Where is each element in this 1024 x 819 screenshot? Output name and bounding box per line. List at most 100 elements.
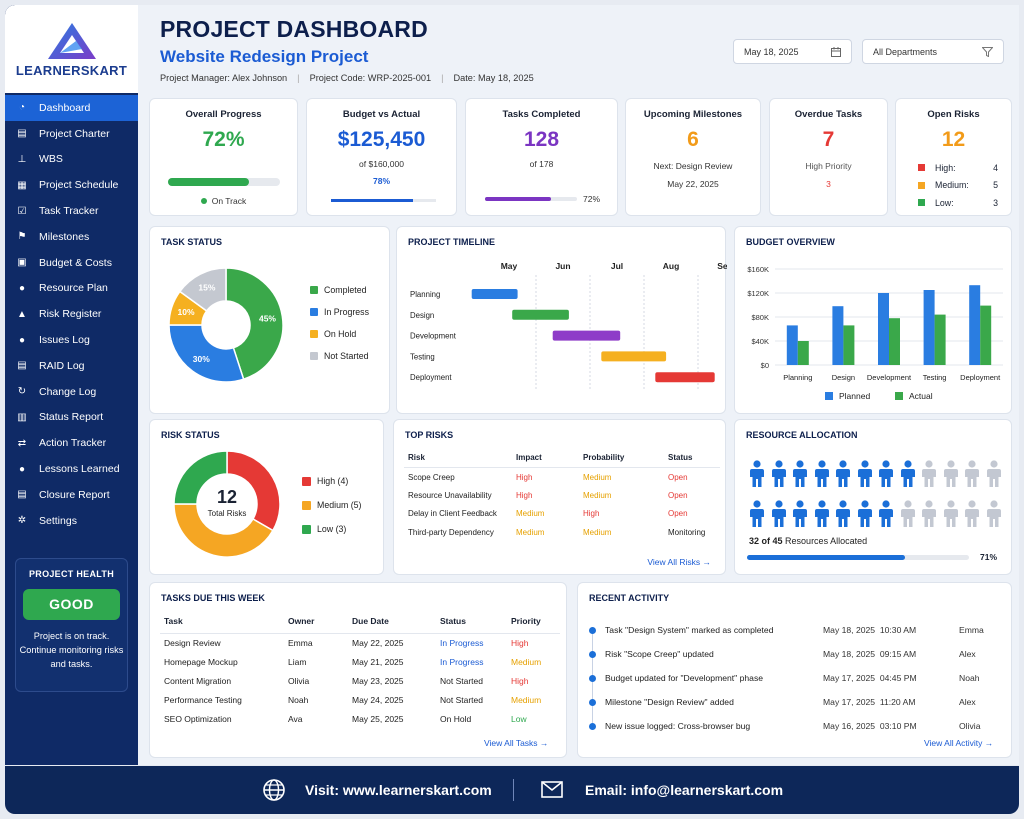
project-timeline-panel: PROJECT TIMELINE MayJunJulAugSepPlanning…: [396, 226, 727, 414]
department-filter[interactable]: All Departments: [862, 39, 1004, 64]
timeline-month-label: May: [501, 261, 518, 271]
timeline-bar: [552, 330, 621, 341]
sidebar-item-wbs[interactable]: ⊥ WBS: [5, 147, 138, 173]
table-row[interactable]: Homepage Mockup Liam May 21, 2025 In Progre…: [160, 652, 560, 671]
view-all-risks-link[interactable]: View All Risks →: [647, 557, 711, 567]
sidebar-item-settings[interactable]: ✲ Settings: [5, 508, 138, 534]
sidebar-item-task-tracker[interactable]: ☑ Task Tracker: [5, 198, 138, 224]
kpi-open-risks: Open Risks 12 High: 4 Medium: 5 Low: 3: [895, 98, 1012, 216]
footer-website[interactable]: Visit: www.learnerskart.com: [305, 782, 492, 798]
bar-planned: [832, 306, 844, 365]
person-icon: [836, 460, 850, 487]
calendar-icon: ▦: [17, 179, 27, 191]
timeline-month-label: Jun: [555, 261, 570, 271]
sidebar-item-raid-log[interactable]: ▤ RAID Log: [5, 353, 138, 379]
kpi-upcoming-milestones: Upcoming Milestones 6 Next: Design Revie…: [625, 98, 761, 216]
brand-logo[interactable]: LEARNERSKART: [5, 5, 138, 93]
table-cell: Medium: [583, 472, 612, 482]
activity-text: Milestone "Design Review" added: [605, 697, 734, 707]
sidebar-item-change-log[interactable]: ↻ Change Log: [5, 379, 138, 405]
sidebar-item-action-tracker[interactable]: ⇄ Action Tracker: [5, 430, 138, 456]
page-title: PROJECT DASHBOARD: [160, 16, 428, 42]
sidebar-item-lessons-learned[interactable]: ● Lessons Learned: [5, 456, 138, 482]
sidebar-item-label: WBS: [39, 153, 63, 166]
view-all-tasks-link[interactable]: View All Tasks →: [484, 738, 548, 748]
table-row[interactable]: SEO Optimization Ava May 25, 2025 On Hold Lo…: [160, 709, 560, 728]
kpi-overdue-tasks: Overdue Tasks 7 High Priority 3: [769, 98, 888, 216]
kpi-percent: 72%: [583, 194, 601, 204]
table-header-cell: Status: [664, 453, 720, 468]
table-row[interactable]: Scope Creep High Medium Open: [404, 468, 720, 487]
resource-count: 32 of 45: [749, 536, 783, 546]
table-row[interactable]: Content Migration Olivia May 23, 2025 Not S…: [160, 671, 560, 690]
mail-icon: [541, 781, 563, 798]
sidebar-item-risk-register[interactable]: ▲ Risk Register: [5, 301, 138, 327]
risk-color-swatch: [918, 181, 925, 189]
footer-divider: [513, 779, 514, 801]
table-cell: In Progress: [440, 656, 484, 667]
sidebar-item-dashboard[interactable]: ◔ Dashboard: [5, 95, 138, 121]
table-cell: Homepage Mockup: [164, 656, 238, 667]
sidebar-item-status-report[interactable]: ▥ Status Report: [5, 405, 138, 431]
sidebar-item-project-schedule[interactable]: ▦ Project Schedule: [5, 172, 138, 198]
y-tick-label: $0: [761, 361, 769, 370]
table-cell: May 21, 2025: [352, 656, 404, 667]
bar-actual: [889, 318, 900, 365]
date-picker[interactable]: May 18, 2025: [733, 39, 852, 64]
section-title: RISK STATUS: [161, 430, 220, 440]
kpi-percent: 78%: [372, 176, 390, 186]
table-header-cell: Due Date: [348, 615, 436, 634]
risk-breakdown: High: 4 Medium: 5 Low: 3: [918, 159, 998, 212]
meta-separator: |: [297, 73, 300, 83]
table-cell: Open: [668, 490, 688, 500]
table-cell: High: [511, 675, 529, 686]
table-row[interactable]: Resource Unavailability High Medium Open: [404, 486, 720, 505]
risk-level-label: High:: [935, 162, 956, 173]
activity-dot-icon: [589, 699, 596, 706]
table-row[interactable]: Design Review Emma May 22, 2025 In Progress…: [160, 633, 560, 652]
flag-icon: ⚑: [17, 231, 27, 243]
task-status-donut: 45% 30% 10% 15%: [168, 267, 284, 383]
sidebar-item-budget-costs[interactable]: ▣ Budget & Costs: [5, 250, 138, 276]
person-icon: [879, 460, 893, 487]
activity-text: Budget updated for "Development" phase: [605, 673, 764, 683]
legend-label: Completed: [324, 285, 367, 295]
view-all-activity-link[interactable]: View All Activity →: [924, 738, 993, 748]
sidebar-item-milestones[interactable]: ⚑ Milestones: [5, 224, 138, 250]
kpi-status: On Track: [150, 196, 297, 206]
section-title: RESOURCE ALLOCATION: [746, 430, 858, 440]
legend-item: Completed: [310, 285, 367, 295]
person-icon: [986, 500, 1001, 527]
kpi-title: Tasks Completed: [502, 109, 581, 120]
person-icon: [750, 500, 764, 527]
risk-count-row: Low: 3: [918, 194, 998, 212]
bar-actual: [934, 314, 946, 365]
bar-actual: [843, 325, 855, 365]
table-cell: Liam: [288, 656, 307, 667]
risk-color-swatch: [918, 164, 925, 172]
y-tick-label: $160K: [747, 265, 769, 274]
sidebar-item-project-charter[interactable]: ▤ Project Charter: [5, 121, 138, 147]
tasks-due-table: Task Owner Due Date Status Priority Design Re…: [160, 615, 560, 728]
section-title: TOP RISKS: [405, 430, 454, 440]
sidebar-item-closure-report[interactable]: ▤ Closure Report: [5, 482, 138, 508]
sidebar-item-label: Settings: [39, 514, 77, 527]
table-row[interactable]: Delay in Client Feedback Medium High Open: [404, 505, 720, 524]
table-cell: May 23, 2025: [352, 675, 404, 686]
task-status-label: 15%: [198, 283, 215, 293]
sidebar-item-issues-log[interactable]: ● Issues Log: [5, 327, 138, 353]
table-cell: Noah: [288, 694, 309, 705]
dashboard-icon: ◔: [18, 102, 26, 114]
project-meta: Project Manager: Alex Johnson | Project C…: [160, 73, 544, 83]
table-row[interactable]: Performance Testing Noah May 24, 2025 Not S…: [160, 690, 560, 709]
bar-actual: [797, 341, 809, 365]
footer-email[interactable]: Email: info@learnerskart.com: [585, 782, 783, 798]
section-title: TASKS DUE THIS WEEK: [161, 593, 265, 603]
sidebar-item-label: Action Tracker: [39, 437, 107, 450]
table-cell: May 24, 2025: [352, 694, 404, 705]
person-icon: [793, 500, 807, 527]
table-row[interactable]: Third-party Dependency Medium Medium Monito…: [404, 523, 720, 542]
sidebar-item-resource-plan[interactable]: ● Resource Plan: [5, 276, 138, 302]
table-cell: Medium: [511, 694, 542, 705]
x-tick-label: Planning: [783, 373, 812, 382]
